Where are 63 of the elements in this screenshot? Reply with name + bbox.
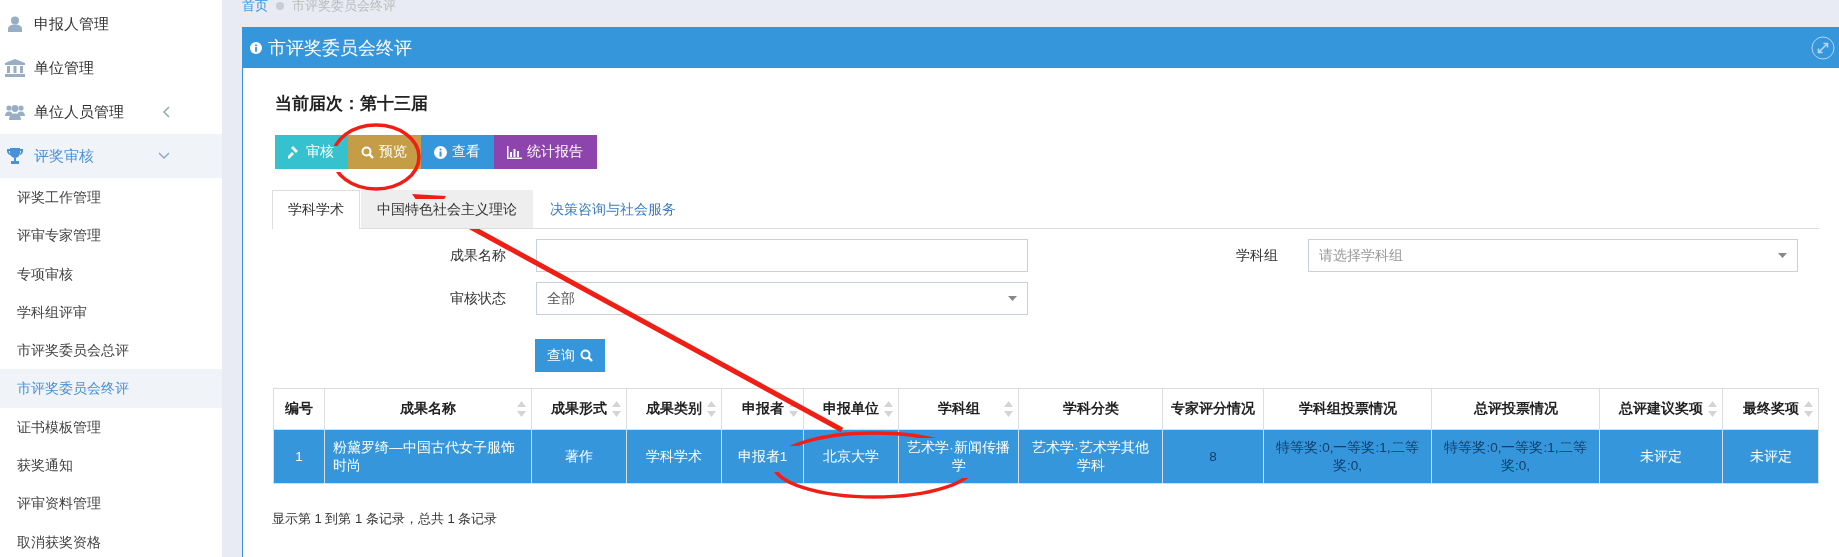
sidebar-item[interactable]: 单位管理 bbox=[0, 46, 222, 90]
table-cell: 特等奖:0,一等奖:1,二等奖:0, bbox=[1431, 429, 1600, 484]
info-icon bbox=[434, 145, 447, 159]
column-header[interactable]: 总评建议奖项 bbox=[1599, 388, 1723, 430]
info-icon bbox=[250, 41, 262, 54]
sidebar-subitem[interactable]: 评审专家管理 bbox=[0, 216, 222, 255]
table-cell: 未评定 bbox=[1722, 429, 1819, 484]
chevron-left-icon[interactable] bbox=[162, 106, 170, 118]
users-icon bbox=[5, 104, 25, 120]
input-field[interactable] bbox=[536, 239, 1028, 272]
column-header[interactable]: 申报者 bbox=[721, 388, 804, 430]
column-header: 总评投票情况 bbox=[1431, 388, 1600, 430]
dropdown-caret-icon bbox=[1008, 296, 1017, 301]
column-header: 学科组投票情况 bbox=[1263, 388, 1432, 430]
trophy-icon bbox=[7, 148, 23, 164]
sidebar-subitem[interactable]: 学科组评审 bbox=[0, 292, 222, 332]
sidebar-subitem[interactable]: 获奖通知 bbox=[0, 446, 222, 485]
select-field[interactable]: 全部 bbox=[536, 282, 1028, 315]
session-title: 当前届次：第十三届 bbox=[275, 93, 429, 115]
column-header[interactable]: 申报单位 bbox=[803, 388, 899, 430]
column-header[interactable]: 成果形式 bbox=[531, 388, 627, 430]
search-icon bbox=[580, 349, 593, 362]
column-header: 编号 bbox=[273, 388, 325, 430]
tab[interactable]: 决策咨询与社会服务 bbox=[534, 190, 692, 228]
column-header: 专家评分情况 bbox=[1162, 388, 1264, 430]
column-header: 学科分类 bbox=[1018, 388, 1163, 430]
sidebar-item[interactable]: 申报人管理 bbox=[0, 2, 222, 46]
field-label: 学科组 bbox=[1235, 246, 1278, 265]
sidebar-item[interactable]: 单位人员管理 bbox=[0, 90, 222, 134]
field-label: 审核状态 bbox=[449, 289, 506, 308]
chevron-down-icon[interactable] bbox=[158, 152, 170, 160]
column-header[interactable]: 成果名称 bbox=[324, 388, 532, 430]
sidebar-subitem[interactable]: 评审资料管理 bbox=[0, 484, 222, 523]
user-icon bbox=[8, 16, 22, 32]
breadcrumb-separator-icon bbox=[276, 2, 284, 10]
panel-title: 市评奖委员会终评 bbox=[268, 36, 413, 60]
column-header[interactable]: 学科组 bbox=[898, 388, 1019, 430]
table-cell: 学科学术 bbox=[626, 429, 722, 484]
sidebar-subitem[interactable]: 市评奖委员会总评 bbox=[0, 331, 222, 370]
table-cell: 艺术学·艺术学其他学科 bbox=[1018, 429, 1163, 484]
search-icon bbox=[361, 145, 374, 159]
expand-icon[interactable] bbox=[1811, 35, 1835, 60]
table-cell: 未评定 bbox=[1599, 429, 1723, 484]
tab[interactable]: 学科学术 bbox=[272, 190, 360, 229]
column-header[interactable]: 最终奖项 bbox=[1722, 388, 1819, 430]
bank-icon bbox=[5, 59, 25, 77]
sidebar-subitem[interactable]: 评奖工作管理 bbox=[0, 178, 222, 217]
toolbar-button[interactable]: 统计报告 bbox=[494, 135, 597, 169]
gavel-icon bbox=[288, 145, 301, 159]
sidebar-subitem[interactable]: 取消获奖资格 bbox=[0, 522, 222, 557]
table-cell: 8 bbox=[1162, 429, 1264, 484]
sidebar-subitem[interactable]: 专项审核 bbox=[0, 254, 222, 293]
table-cell: 粉黛罗绮—中国古代女子服饰时尚 bbox=[324, 429, 532, 484]
bar-chart-icon bbox=[507, 145, 522, 159]
sidebar-subitem[interactable]: 证书模板管理 bbox=[0, 407, 222, 447]
column-header[interactable]: 成果类别 bbox=[626, 388, 722, 430]
table-cell: 著作 bbox=[531, 429, 627, 484]
dropdown-caret-icon bbox=[1778, 253, 1787, 258]
tab[interactable]: 中国特色社会主义理论 bbox=[361, 190, 533, 228]
field-label: 成果名称 bbox=[449, 246, 506, 265]
pagination-info: 显示第 1 到第 1 条记录，总共 1 条记录 bbox=[272, 510, 499, 528]
table-cell: 特等奖:0,一等奖:1,二等奖:0, bbox=[1263, 429, 1432, 484]
table-cell: 1 bbox=[273, 429, 325, 484]
